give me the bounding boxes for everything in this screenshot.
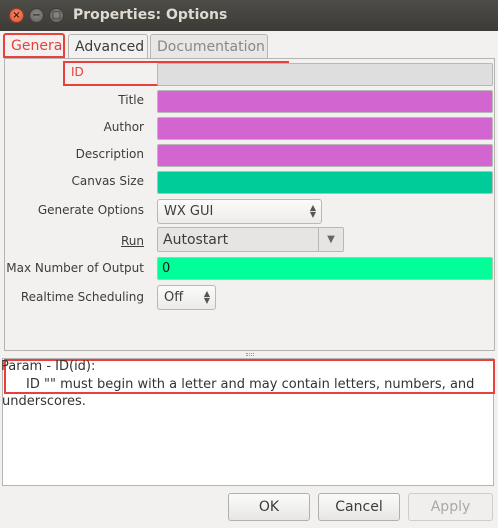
author-input[interactable] — [157, 117, 493, 140]
tab-general[interactable]: General — [3, 33, 66, 58]
max-outputs-value: 0 — [162, 261, 171, 276]
cancel-button[interactable]: Cancel — [318, 493, 400, 521]
id-label: ID — [71, 65, 84, 79]
title-label: Title — [118, 93, 144, 107]
max-outputs-input[interactable]: 0 — [157, 257, 493, 280]
run-combobox[interactable]: Autostart ▼ — [157, 227, 344, 252]
close-button[interactable]: × — [9, 8, 24, 23]
maximize-button[interactable]: □ — [49, 8, 64, 23]
minimize-icon: − — [32, 9, 41, 21]
maximize-icon: □ — [51, 9, 62, 21]
tab-advanced[interactable]: Advanced — [68, 34, 148, 58]
realtime-select[interactable]: Off ▲ ▼ — [157, 285, 216, 310]
generate-options-select[interactable]: WX GUI ▲ ▼ — [157, 199, 322, 224]
minimize-button[interactable]: − — [29, 8, 44, 23]
title-bar: × − □ Properties: Options — [0, 0, 498, 31]
close-icon: × — [12, 9, 21, 21]
author-label: Author — [103, 120, 144, 134]
tab-documentation[interactable]: Documentation — [150, 34, 268, 58]
help-message: ID "" must begin with a letter and may c… — [2, 377, 475, 409]
realtime-value: Off — [164, 290, 184, 305]
description-input[interactable] — [157, 144, 493, 167]
run-label: Run — [120, 234, 144, 248]
canvas-size-input[interactable] — [157, 171, 493, 194]
spin-arrows-icon: ▲ ▼ — [203, 289, 210, 305]
generate-options-value: WX GUI — [164, 204, 214, 219]
title-input[interactable] — [157, 90, 493, 113]
generate-options-label: Generate Options — [37, 203, 144, 217]
chevron-down-icon[interactable]: ▼ — [318, 228, 343, 251]
general-tab-panel: ID Title Author Description Canvas Size … — [4, 58, 495, 351]
apply-button[interactable]: Apply — [408, 493, 493, 521]
spin-arrows-icon: ▲ ▼ — [309, 203, 316, 219]
window-title: Properties: Options — [73, 7, 228, 23]
run-value: Autostart — [163, 232, 229, 248]
ok-button[interactable]: OK — [228, 493, 310, 521]
description-label: Description — [75, 147, 144, 161]
id-input[interactable] — [157, 63, 493, 86]
pane-splitter-handle[interactable] — [246, 353, 254, 356]
help-heading: Param - ID(id): — [1, 359, 96, 374]
max-outputs-label: Max Number of Output — [6, 261, 144, 275]
realtime-label: Realtime Scheduling — [20, 290, 144, 304]
canvas-size-label: Canvas Size — [71, 174, 145, 188]
